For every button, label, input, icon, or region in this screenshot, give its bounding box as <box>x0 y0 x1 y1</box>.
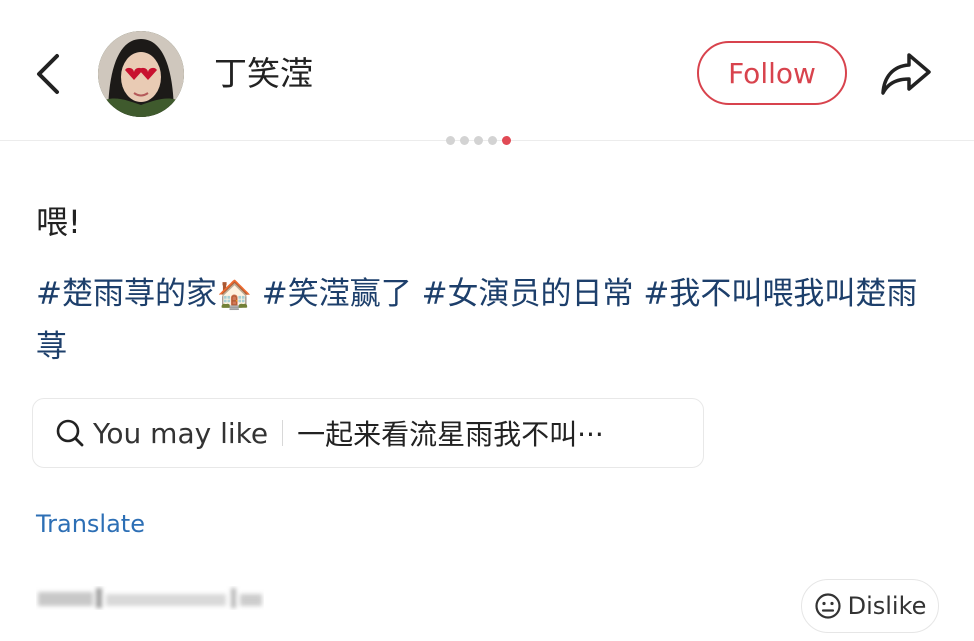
dislike-button[interactable]: Dislike <box>801 579 939 633</box>
chevron-left-icon <box>37 54 59 94</box>
search-icon <box>56 419 84 447</box>
suggest-label: You may like <box>93 416 269 450</box>
translate-link[interactable]: Translate <box>36 510 145 538</box>
house-emoji-icon: 🏠 <box>216 278 252 311</box>
blurred-metadata <box>36 586 264 610</box>
hashtag-link[interactable]: #楚雨荨的家🏠 <box>36 276 252 312</box>
post-text: 喂! <box>36 203 81 241</box>
carousel-dot[interactable] <box>460 135 469 145</box>
carousel-indicator <box>446 135 511 145</box>
carousel-dot[interactable] <box>446 135 455 145</box>
suggest-query: 一起来看流星雨我不叫··· <box>297 418 604 451</box>
follow-button[interactable]: Follow <box>697 41 847 105</box>
you-may-like-search[interactable]: You may like 一起来看流星雨我不叫··· <box>32 398 704 468</box>
neutral-face-icon <box>814 593 841 619</box>
hashtag-list: #楚雨荨的家🏠 #笑滢赢了 #女演员的日常 #我不叫喂我叫楚雨荨 <box>36 268 946 373</box>
share-button[interactable] <box>876 44 936 104</box>
avatar[interactable] <box>98 31 184 117</box>
avatar-photo <box>98 31 184 117</box>
carousel-dot[interactable] <box>488 135 497 145</box>
share-arrow-icon <box>881 53 931 95</box>
username[interactable]: 丁笑滢 <box>214 52 313 96</box>
dislike-label: Dislike <box>847 592 927 620</box>
carousel-dot-active[interactable] <box>502 135 511 145</box>
hashtag-link[interactable]: #女演员的日常 <box>422 276 634 312</box>
carousel-dot[interactable] <box>474 135 483 145</box>
divider <box>282 420 284 446</box>
post-header: 丁笑滢 Follow <box>0 0 974 141</box>
hashtag-link[interactable]: #笑滢赢了 <box>262 276 412 312</box>
post-detail-page: 丁笑滢 Follow 喂! #楚雨荨的家🏠 #笑滢赢了 #女演员的日常 #我不叫… <box>0 0 974 641</box>
back-button[interactable] <box>26 48 70 100</box>
